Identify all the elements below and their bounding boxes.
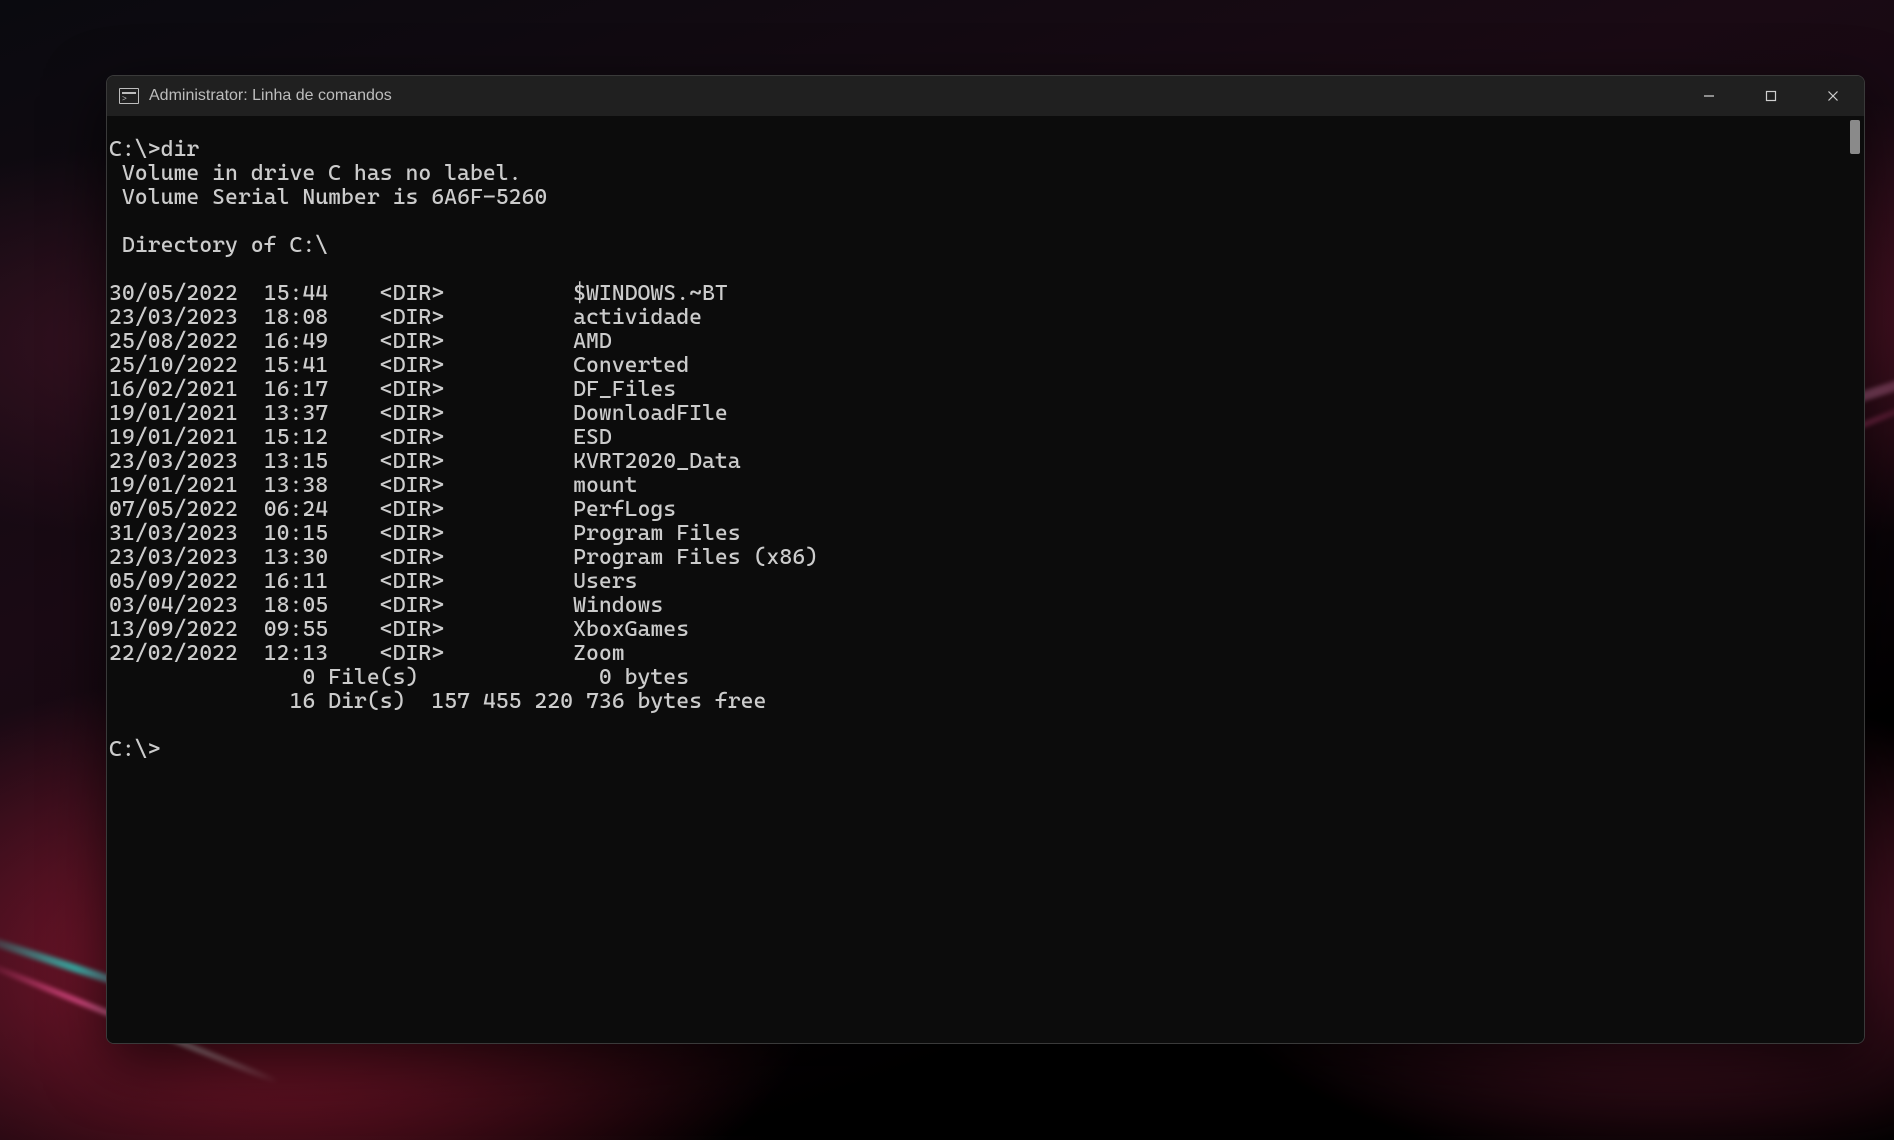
close-button[interactable] <box>1802 76 1864 116</box>
scrollbar-thumb[interactable] <box>1850 120 1860 154</box>
maximize-button[interactable] <box>1740 76 1802 116</box>
minimize-icon <box>1703 90 1715 102</box>
maximize-icon <box>1765 90 1777 102</box>
titlebar[interactable]: Administrator: Linha de comandos <box>107 76 1864 116</box>
terminal-area[interactable]: C:\>dir Volume in drive C has no label. … <box>107 116 1864 1043</box>
desktop-background: Administrator: Linha de comandos C:\>dir… <box>0 0 1894 1140</box>
window-title: Administrator: Linha de comandos <box>149 87 392 105</box>
minimize-button[interactable] <box>1678 76 1740 116</box>
close-icon <box>1827 90 1839 102</box>
command-prompt-icon <box>119 88 139 104</box>
window-controls <box>1678 76 1864 116</box>
terminal-output[interactable]: C:\>dir Volume in drive C has no label. … <box>109 118 1846 1041</box>
command-prompt-window: Administrator: Linha de comandos C:\>dir… <box>106 75 1865 1044</box>
scrollbar-track[interactable] <box>1848 120 1862 1039</box>
